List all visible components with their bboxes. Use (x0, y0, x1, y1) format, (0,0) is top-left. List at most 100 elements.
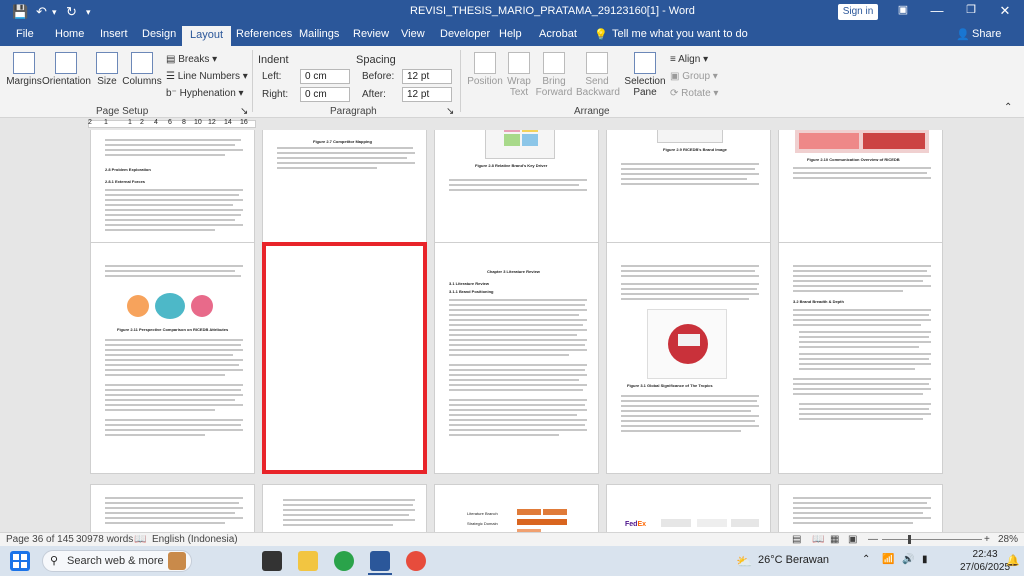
tab-review[interactable]: Review (353, 28, 389, 40)
tab-home[interactable]: Home (55, 28, 84, 40)
size-label: Size (97, 76, 117, 87)
language-indicator[interactable]: English (Indonesia) (152, 534, 238, 545)
selected-blank-page[interactable] (262, 242, 427, 474)
ribbon-display-options-icon[interactable]: ▣ (888, 3, 918, 16)
paragraph-launcher-icon[interactable]: ↘ (446, 106, 454, 117)
tell-me-search[interactable]: Tell me what you want to do (612, 28, 748, 40)
notification-icon[interactable]: 🔔 (1006, 554, 1020, 567)
send-backward-button[interactable]: Send Backward (576, 52, 620, 98)
zoom-slider-thumb[interactable] (908, 535, 911, 544)
spacing-before-input[interactable]: 12 pt (402, 69, 452, 84)
figure-caption: Figure 2.11 Perspective Comparison on RI… (117, 327, 229, 332)
page[interactable] (90, 484, 255, 532)
send-backward-label: Send Backward (576, 76, 620, 98)
tab-file[interactable]: File (16, 28, 34, 40)
page[interactable]: FedEx (606, 484, 771, 532)
print-layout-icon[interactable]: ▦ (830, 534, 839, 545)
focus-mode-icon[interactable]: ▤ (792, 534, 801, 545)
close-icon[interactable]: ✕ (990, 3, 1020, 19)
tab-mailings[interactable]: Mailings (299, 28, 339, 40)
orientation-button[interactable]: Orientation (42, 52, 91, 87)
tab-view[interactable]: View (401, 28, 425, 40)
page-setup-launcher-icon[interactable]: ↘ (240, 106, 248, 117)
tab-references[interactable]: References (236, 28, 292, 40)
task-view-icon[interactable] (262, 551, 282, 571)
wrap-text-button[interactable]: Wrap Text (504, 52, 534, 98)
spacing-after-input[interactable]: 12 pt (402, 87, 452, 102)
zoom-in-icon[interactable]: + (984, 534, 990, 545)
save-icon[interactable]: 💾 (12, 4, 28, 20)
tab-insert[interactable]: Insert (100, 28, 128, 40)
windows-start-icon[interactable] (10, 551, 30, 571)
margins-label: Margins (6, 76, 42, 87)
clock[interactable]: 22:43 27/06/2025 (960, 548, 1010, 574)
restore-icon[interactable]: ❐ (956, 3, 986, 16)
breaks-label: Breaks (178, 54, 210, 65)
indent-left-input[interactable]: 0 cm (300, 69, 350, 84)
clock-time: 22:43 (972, 549, 998, 560)
margins-button[interactable]: Margins (6, 52, 42, 87)
horizontal-ruler[interactable]: 2 1 1 2 4 6 8 10 12 14 16 (0, 118, 1024, 130)
zoom-out-icon[interactable]: — (868, 534, 878, 545)
section-heading: 3.1 Literature Review (449, 281, 490, 286)
page[interactable]: Chapter 3 Literature Review 3.1 Literatu… (434, 242, 599, 474)
size-button[interactable]: Size (94, 52, 120, 87)
battery-icon[interactable]: ▮ (922, 554, 928, 565)
document-area[interactable]: 2.8 Problem Exploration 2.8.1 External F… (12, 130, 1024, 532)
page[interactable]: Figure 2.11 Perspective Comparison on RI… (90, 242, 255, 474)
line-numbers-button[interactable]: ☰ Line Numbers ▾ (166, 71, 248, 82)
tab-layout[interactable]: Layout (182, 26, 232, 46)
share-button[interactable]: Share (972, 28, 1001, 40)
page[interactable]: 3.2 Brand Breadth & Depth (778, 242, 943, 474)
file-explorer-icon[interactable] (298, 551, 318, 571)
bing-highlight-icon[interactable] (168, 552, 186, 570)
hyphenation-button[interactable]: b⁻ Hyphenation ▾ (166, 88, 244, 99)
weather-text[interactable]: 26°C Berawan (758, 554, 829, 566)
tab-help[interactable]: Help (499, 28, 522, 40)
rotate-button[interactable]: ⟳ Rotate ▾ (670, 88, 718, 99)
tab-design[interactable]: Design (142, 28, 176, 40)
collapse-ribbon-icon[interactable]: ⌃ (1004, 102, 1012, 113)
group-label: Group (682, 71, 711, 82)
columns-button[interactable]: Columns (122, 52, 162, 87)
tab-acrobat[interactable]: Acrobat (539, 28, 577, 40)
vertical-ruler[interactable] (0, 130, 12, 532)
indent-right-input[interactable]: 0 cm (300, 87, 350, 102)
align-button[interactable]: ≡ Align ▾ (670, 54, 708, 65)
page[interactable] (262, 484, 427, 532)
page[interactable]: Literature Branch Strategic Domain (434, 484, 599, 532)
page-count[interactable]: Page 36 of 145 (6, 534, 74, 545)
volume-icon[interactable]: 🔊 (902, 554, 914, 565)
word-app-icon[interactable] (370, 551, 390, 571)
selection-pane-button[interactable]: Selection Pane (622, 52, 668, 98)
proofing-icon[interactable]: 📖 (134, 534, 146, 545)
group-button[interactable]: ▣ Group ▾ (670, 71, 718, 82)
weather-icon[interactable]: ⛅ (736, 554, 752, 570)
breaks-button[interactable]: ▤ Breaks ▾ (166, 54, 217, 65)
breaks-icon: ▤ (166, 54, 179, 65)
customize-quick-access-icon[interactable]: ▾ (86, 7, 91, 18)
position-button[interactable]: Position (466, 52, 504, 87)
chrome-icon[interactable] (334, 551, 354, 571)
bring-forward-button[interactable]: Bring Forward (534, 52, 574, 98)
share-icon: 👤 (956, 29, 970, 41)
redo-icon[interactable]: ↻ (66, 4, 77, 20)
read-mode-icon[interactable]: 📖 (812, 534, 824, 545)
title-bar: 💾 ↶ ▾ ↻ ▾ REVISI_THESIS_MARIO_PRATAMA_29… (0, 0, 1024, 24)
zoom-level[interactable]: 28% (998, 534, 1018, 545)
zoom-slider[interactable] (882, 539, 982, 540)
word-count[interactable]: 30978 words (76, 534, 133, 545)
spacing-after-label: After: (362, 89, 386, 100)
show-hidden-icons-icon[interactable]: ⌃ (862, 554, 870, 565)
maps-icon[interactable] (406, 551, 426, 571)
page[interactable] (778, 484, 943, 532)
web-layout-icon[interactable]: ▣ (848, 534, 857, 545)
minimize-icon[interactable]: — (922, 3, 952, 18)
tab-developer[interactable]: Developer (440, 28, 490, 40)
network-icon[interactable]: 📶 (882, 554, 894, 565)
page[interactable]: Figure 3.1 Global Significance of The Tr… (606, 242, 771, 474)
sign-in-button[interactable]: Sign in (838, 4, 878, 20)
undo-dropdown-icon[interactable]: ▾ (52, 7, 57, 18)
fedex-logo: FedEx (625, 521, 647, 528)
undo-icon[interactable]: ↶ (36, 4, 47, 20)
